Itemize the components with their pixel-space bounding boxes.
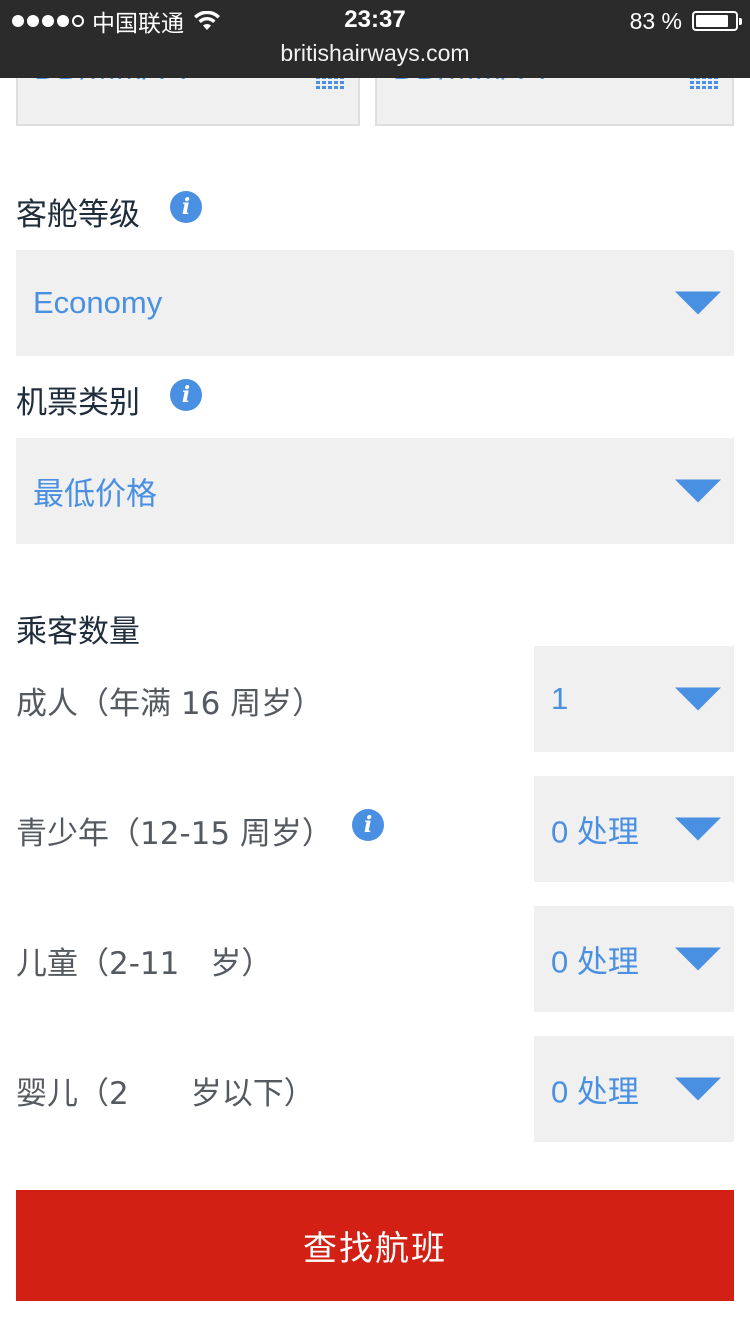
youth-value: 0 处理 (551, 814, 639, 850)
calendar-icon[interactable] (316, 76, 344, 90)
youth-label: 青少年（12-15 周岁） (16, 816, 333, 852)
ticket-type-select[interactable]: 最低价格 (16, 438, 734, 544)
infants-label: 婴儿（2 岁以下） (16, 1076, 315, 1112)
chevron-down-icon (675, 1077, 721, 1101)
battery-percent: 83 % (629, 7, 682, 34)
chevron-down-icon (675, 817, 721, 841)
chevron-down-icon (675, 479, 721, 503)
info-icon[interactable]: i (170, 191, 202, 223)
adults-value: 1 (551, 681, 569, 716)
youth-select[interactable]: 0 处理 (534, 776, 734, 882)
battery-icon (692, 11, 742, 31)
cabin-class-value: Economy (33, 285, 163, 320)
chevron-down-icon (675, 687, 721, 711)
status-bar: 中国联通 23:37 83 % britishairways.com (0, 0, 750, 78)
children-label: 儿童（2-11 岁） (16, 946, 273, 982)
infants-value: 0 处理 (551, 1074, 639, 1110)
calendar-icon[interactable] (690, 76, 718, 90)
url-bar[interactable]: britishairways.com (0, 40, 750, 67)
chevron-down-icon (675, 947, 721, 971)
adults-label: 成人（年满 16 周岁） (16, 686, 324, 722)
children-select[interactable]: 0 处理 (534, 906, 734, 1012)
battery-group: 83 % (629, 6, 742, 36)
cabin-class-label: 客舱等级 (16, 197, 140, 233)
children-value: 0 处理 (551, 944, 639, 980)
passengers-heading: 乘客数量 (16, 614, 140, 650)
info-icon[interactable]: i (352, 809, 384, 841)
adults-select[interactable]: 1 (534, 646, 734, 752)
info-icon[interactable]: i (170, 379, 202, 411)
ticket-type-label: 机票类别 (16, 385, 140, 421)
infants-select[interactable]: 0 处理 (534, 1036, 734, 1142)
chevron-down-icon (675, 291, 721, 315)
ticket-type-value: 最低价格 (33, 476, 157, 512)
cabin-class-select[interactable]: Economy (16, 250, 734, 356)
battery-level (696, 15, 728, 27)
find-flights-button[interactable]: 查找航班 (16, 1190, 734, 1301)
